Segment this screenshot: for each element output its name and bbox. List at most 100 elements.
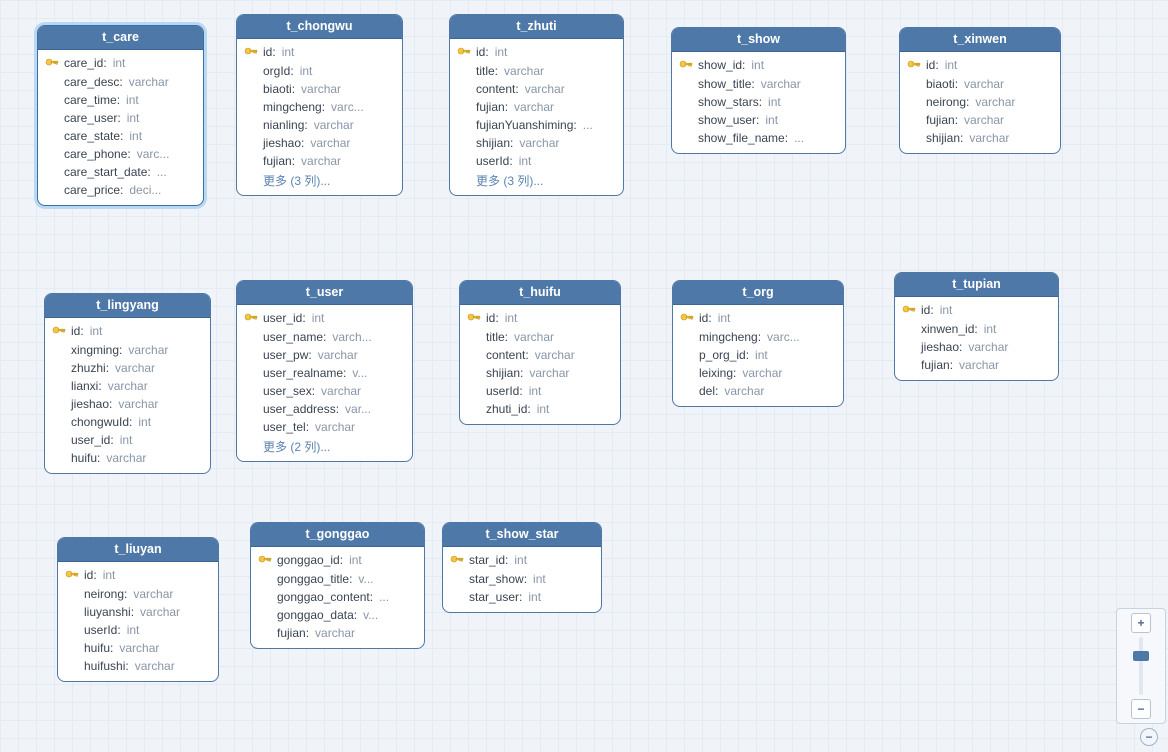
column-row[interactable]: user_id:int: [51, 431, 204, 449]
column-row[interactable]: id:int: [679, 309, 837, 328]
more-columns-link[interactable]: 更多 (3 列)...: [243, 170, 396, 189]
column-row[interactable]: id:int: [466, 309, 614, 328]
column-row[interactable]: neirong:varchar: [64, 585, 212, 603]
column-row[interactable]: show_title:varchar: [678, 75, 839, 93]
column-row[interactable]: care_state:int: [44, 127, 197, 145]
table-t_xinwen[interactable]: t_xinwen id:intbiaoti:varcharneirong:var…: [899, 27, 1061, 154]
column-row[interactable]: gonggao_data:v...: [257, 606, 418, 624]
column-row[interactable]: nianling:varchar: [243, 116, 396, 134]
column-row[interactable]: fujian:varchar: [906, 111, 1054, 129]
table-t_org[interactable]: t_org id:intmingcheng:varc...p_org_id:in…: [672, 280, 844, 407]
table-header[interactable]: t_xinwen: [900, 28, 1060, 52]
column-row[interactable]: biaoti:varchar: [243, 80, 396, 98]
column-row[interactable]: user_realname:v...: [243, 364, 406, 382]
column-row[interactable]: show_stars:int: [678, 93, 839, 111]
column-row[interactable]: star_id:int: [449, 551, 595, 570]
column-row[interactable]: fujianYuanshiming:...: [456, 116, 617, 134]
column-row[interactable]: userId:int: [456, 152, 617, 170]
column-row[interactable]: biaoti:varchar: [906, 75, 1054, 93]
column-row[interactable]: jieshao:varchar: [51, 395, 204, 413]
table-t_liuyan[interactable]: t_liuyan id:intneirong:varcharliuyanshi:…: [57, 537, 219, 682]
column-row[interactable]: fujian:varchar: [243, 152, 396, 170]
column-row[interactable]: id:int: [456, 43, 617, 62]
table-t_chongwu[interactable]: t_chongwu id:intorgId:intbiaoti:varcharm…: [236, 14, 403, 196]
column-row[interactable]: jieshao:varchar: [901, 338, 1052, 356]
table-header[interactable]: t_tupian: [895, 273, 1058, 297]
table-header[interactable]: t_chongwu: [237, 15, 402, 39]
column-row[interactable]: shijian:varchar: [456, 134, 617, 152]
table-t_huifu[interactable]: t_huifu id:inttitle:varcharcontent:varch…: [459, 280, 621, 425]
column-row[interactable]: neirong:varchar: [906, 93, 1054, 111]
zoom-in-button[interactable]: +: [1131, 613, 1151, 633]
column-row[interactable]: care_desc:varchar: [44, 73, 197, 91]
column-row[interactable]: userId:int: [466, 382, 614, 400]
column-row[interactable]: huifu:varchar: [51, 449, 204, 467]
column-row[interactable]: title:varchar: [456, 62, 617, 80]
table-header[interactable]: t_zhuti: [450, 15, 623, 39]
column-row[interactable]: id:int: [901, 301, 1052, 320]
column-row[interactable]: user_tel:varchar: [243, 418, 406, 436]
column-row[interactable]: care_user:int: [44, 109, 197, 127]
column-row[interactable]: id:int: [243, 43, 396, 62]
column-row[interactable]: shijian:varchar: [906, 129, 1054, 147]
column-row[interactable]: zhuti_id:int: [466, 400, 614, 418]
column-row[interactable]: shijian:varchar: [466, 364, 614, 382]
column-row[interactable]: xingming:varchar: [51, 341, 204, 359]
zoom-reset-button[interactable]: −: [1140, 728, 1158, 746]
column-row[interactable]: orgId:int: [243, 62, 396, 80]
table-header[interactable]: t_liuyan: [58, 538, 218, 562]
table-t_tupian[interactable]: t_tupian id:intxinwen_id:intjieshao:varc…: [894, 272, 1059, 381]
column-row[interactable]: title:varchar: [466, 328, 614, 346]
column-row[interactable]: content:varchar: [456, 80, 617, 98]
column-row[interactable]: id:int: [906, 56, 1054, 75]
column-row[interactable]: show_user:int: [678, 111, 839, 129]
column-row[interactable]: xinwen_id:int: [901, 320, 1052, 338]
table-header[interactable]: t_huifu: [460, 281, 620, 305]
column-row[interactable]: user_id:int: [243, 309, 406, 328]
column-row[interactable]: fujian:varchar: [456, 98, 617, 116]
zoom-out-button[interactable]: −: [1131, 699, 1151, 719]
table-t_show[interactable]: t_show show_id:intshow_title:varcharshow…: [671, 27, 846, 154]
column-row[interactable]: fujian:varchar: [257, 624, 418, 642]
column-row[interactable]: mingcheng:varc...: [679, 328, 837, 346]
column-row[interactable]: fujian:varchar: [901, 356, 1052, 374]
column-row[interactable]: user_address:var...: [243, 400, 406, 418]
table-header[interactable]: t_care: [38, 26, 203, 50]
table-t_user[interactable]: t_user user_id:intuser_name:varch...user…: [236, 280, 413, 462]
table-header[interactable]: t_user: [237, 281, 412, 305]
column-row[interactable]: gonggao_title:v...: [257, 570, 418, 588]
column-row[interactable]: lianxi:varchar: [51, 377, 204, 395]
column-row[interactable]: huifushi:varchar: [64, 657, 212, 675]
zoom-track[interactable]: [1139, 637, 1143, 695]
table-header[interactable]: t_show: [672, 28, 845, 52]
table-t_gonggao[interactable]: t_gonggao gonggao_id:intgonggao_title:v.…: [250, 522, 425, 649]
column-row[interactable]: leixing:varchar: [679, 364, 837, 382]
column-row[interactable]: liuyanshi:varchar: [64, 603, 212, 621]
column-row[interactable]: care_start_date:...: [44, 163, 197, 181]
table-t_lingyang[interactable]: t_lingyang id:intxingming:varcharzhuzhi:…: [44, 293, 211, 474]
table-header[interactable]: t_show_star: [443, 523, 601, 547]
column-row[interactable]: care_id:int: [44, 54, 197, 73]
column-row[interactable]: user_pw:varchar: [243, 346, 406, 364]
column-row[interactable]: id:int: [51, 322, 204, 341]
column-row[interactable]: gonggao_content:...: [257, 588, 418, 606]
column-row[interactable]: care_phone:varc...: [44, 145, 197, 163]
table-t_care[interactable]: t_care care_id:intcare_desc:varchar care_…: [37, 25, 204, 206]
column-row[interactable]: star_show:int: [449, 570, 595, 588]
column-row[interactable]: star_user:int: [449, 588, 595, 606]
more-columns-link[interactable]: 更多 (2 列)...: [243, 436, 406, 455]
column-row[interactable]: jieshao:varchar: [243, 134, 396, 152]
column-row[interactable]: user_sex:varchar: [243, 382, 406, 400]
column-row[interactable]: care_price:deci...: [44, 181, 197, 199]
table-header[interactable]: t_org: [673, 281, 843, 305]
column-row[interactable]: mingcheng:varc...: [243, 98, 396, 116]
column-row[interactable]: show_file_name:...: [678, 129, 839, 147]
column-row[interactable]: userId:int: [64, 621, 212, 639]
table-header[interactable]: t_lingyang: [45, 294, 210, 318]
table-t_zhuti[interactable]: t_zhuti id:inttitle:varcharcontent:varch…: [449, 14, 624, 196]
more-columns-link[interactable]: 更多 (3 列)...: [456, 170, 617, 189]
column-row[interactable]: huifu:varchar: [64, 639, 212, 657]
column-row[interactable]: chongwuId:int: [51, 413, 204, 431]
table-t_show_star[interactable]: t_show_star star_id:intstar_show:intstar…: [442, 522, 602, 613]
column-row[interactable]: show_id:int: [678, 56, 839, 75]
